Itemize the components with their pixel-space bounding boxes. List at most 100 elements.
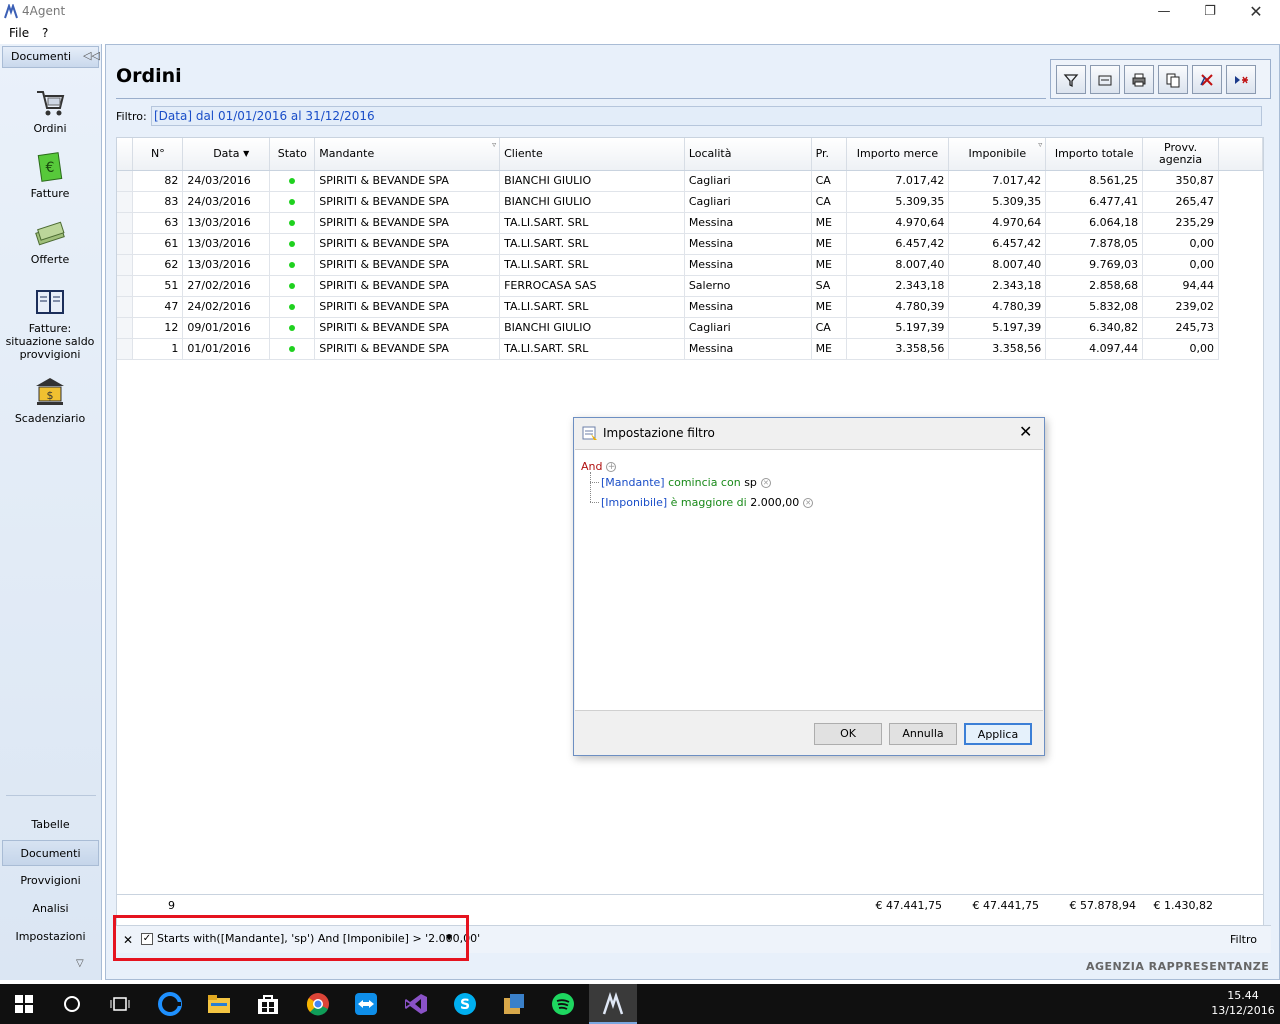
cell-localita[interactable]: Cagliari — [684, 191, 812, 213]
cancel-button[interactable]: Annulla — [889, 723, 957, 745]
cell-cliente[interactable]: TA.LI.SART. SRL — [499, 296, 685, 318]
col-header-importo-totale[interactable]: Importo totale — [1045, 138, 1144, 171]
cell-totale[interactable]: 5.832,08 — [1045, 296, 1144, 318]
cell-cliente[interactable]: TA.LI.SART. SRL — [499, 233, 685, 255]
copy-button[interactable] — [1158, 65, 1188, 94]
cell-totale[interactable]: 9.769,03 — [1045, 254, 1144, 276]
cell-localita[interactable]: Messina — [684, 338, 812, 360]
nav-item-offerte[interactable]: Offerte — [0, 217, 100, 266]
cell-stato[interactable] — [269, 338, 316, 360]
cell-data[interactable]: 24/02/2016 — [182, 296, 271, 318]
cell-provv[interactable]: 245,73 — [1142, 317, 1220, 339]
cell-localita[interactable]: Salerno — [684, 275, 812, 297]
row-indicator[interactable] — [117, 296, 134, 318]
row-indicator[interactable] — [117, 233, 134, 255]
edit-filter-link[interactable]: Filtro — [1230, 933, 1257, 946]
table-row[interactable]: 1 01/01/2016 SPIRITI & BEVANDE SPA TA.LI.SA… — [117, 338, 1263, 360]
cell-merce[interactable]: 2.343,18 — [846, 275, 950, 297]
nav-tab-analisi[interactable]: Analisi — [2, 896, 99, 922]
skype-icon[interactable]: S — [451, 990, 479, 1018]
cell-cliente[interactable]: BIANCHI GIULIO — [499, 191, 685, 213]
cell-stato[interactable] — [269, 170, 316, 192]
cell-mandante[interactable]: SPIRITI & BEVANDE SPA — [314, 191, 501, 213]
col-header-provv-agenzia[interactable]: Provv. agenzia — [1142, 138, 1220, 171]
cell-imponibile[interactable]: 4.970,64 — [948, 212, 1047, 234]
table-row[interactable]: 82 24/03/2016 SPIRITI & BEVANDE SPA BIANCHI… — [117, 170, 1263, 192]
nav-tab-impostazioni[interactable]: Impostazioni — [2, 924, 99, 950]
col-header-numero[interactable]: N° — [132, 138, 184, 171]
cell-provv[interactable]: 265,47 — [1142, 191, 1220, 213]
row-indicator[interactable] — [117, 191, 134, 213]
nav-item-fatture[interactable]: € Fatture — [0, 151, 100, 200]
ok-button[interactable]: OK — [814, 723, 882, 745]
cell-mandante[interactable]: SPIRITI & BEVANDE SPA — [314, 338, 501, 360]
spotify-icon[interactable] — [549, 990, 577, 1018]
col-header-importo-merce[interactable]: Importo merce — [846, 138, 950, 171]
table-row[interactable]: 12 09/01/2016 SPIRITI & BEVANDE SPA BIANCHI… — [117, 317, 1263, 339]
cell-n[interactable]: 61 — [132, 233, 184, 255]
close-window-button[interactable]: ✕ — [1233, 0, 1279, 23]
new-record-button[interactable] — [1226, 65, 1256, 94]
nav-item-scadenziario[interactable]: $ Scadenziario — [0, 376, 100, 425]
condition-value[interactable]: sp — [744, 476, 757, 489]
cell-data[interactable]: 24/03/2016 — [182, 191, 271, 213]
cell-data[interactable]: 09/01/2016 — [182, 317, 271, 339]
col-header-data[interactable]: Data ▼ — [182, 138, 271, 171]
task-view-icon[interactable] — [106, 990, 134, 1018]
cell-provv[interactable]: 239,02 — [1142, 296, 1220, 318]
cell-stato[interactable] — [269, 317, 316, 339]
cell-provv[interactable]: 0,00 — [1142, 254, 1220, 276]
cell-imponibile[interactable]: 6.457,42 — [948, 233, 1047, 255]
cell-data[interactable]: 13/03/2016 — [182, 212, 271, 234]
nav-tab-documenti[interactable]: Documenti — [2, 840, 99, 866]
col-header-stato[interactable]: Stato — [269, 138, 316, 171]
cell-data[interactable]: 13/03/2016 — [182, 233, 271, 255]
cell-mandante[interactable]: SPIRITI & BEVANDE SPA — [314, 317, 501, 339]
cell-stato[interactable] — [269, 233, 316, 255]
cell-mandante[interactable]: SPIRITI & BEVANDE SPA — [314, 296, 501, 318]
cell-n[interactable]: 47 — [132, 296, 184, 318]
col-header-provincia[interactable]: Pr. — [811, 138, 847, 171]
cell-stato[interactable] — [269, 296, 316, 318]
visual-studio-icon[interactable] — [402, 990, 430, 1018]
cell-mandante[interactable]: SPIRITI & BEVANDE SPA — [314, 254, 501, 276]
cell-provv[interactable]: 350,87 — [1142, 170, 1220, 192]
table-row[interactable]: 63 13/03/2016 SPIRITI & BEVANDE SPA TA.LI.S… — [117, 212, 1263, 234]
cell-merce[interactable]: 5.309,35 — [846, 191, 950, 213]
cell-merce[interactable]: 5.197,39 — [846, 317, 950, 339]
table-row[interactable]: 62 13/03/2016 SPIRITI & BEVANDE SPA TA.LI.S… — [117, 254, 1263, 276]
nav-item-ordini[interactable]: Ordini — [0, 86, 100, 135]
row-indicator[interactable] — [117, 338, 134, 360]
cell-cliente[interactable]: TA.LI.SART. SRL — [499, 254, 685, 276]
remove-condition-icon[interactable]: ✕ — [803, 498, 814, 508]
cell-cliente[interactable]: TA.LI.SART. SRL — [499, 338, 685, 360]
cell-pr[interactable]: ME — [811, 233, 847, 255]
cell-imponibile[interactable]: 3.358,56 — [948, 338, 1047, 360]
delete-button[interactable] — [1192, 65, 1222, 94]
card-view-button[interactable] — [1090, 65, 1120, 94]
condition-operator[interactable]: è maggiore di — [671, 496, 747, 509]
cell-provv[interactable]: 0,00 — [1142, 233, 1220, 255]
cell-n[interactable]: 83 — [132, 191, 184, 213]
cell-stato[interactable] — [269, 191, 316, 213]
cell-cliente[interactable]: BIANCHI GIULIO — [499, 170, 685, 192]
cell-stato[interactable] — [269, 254, 316, 276]
cell-n[interactable]: 51 — [132, 275, 184, 297]
cell-pr[interactable]: CA — [811, 317, 847, 339]
cell-imponibile[interactable]: 2.343,18 — [948, 275, 1047, 297]
cell-mandante[interactable]: SPIRITI & BEVANDE SPA — [314, 212, 501, 234]
nav-more-chevron-icon[interactable]: ▽ — [76, 958, 84, 969]
date-filter-field[interactable]: [Data] dal 01/01/2016 al 31/12/2016 — [151, 106, 1262, 126]
cell-totale[interactable]: 8.561,25 — [1045, 170, 1144, 192]
condition-value[interactable]: 2.000,00 — [750, 496, 799, 509]
condition-operator[interactable]: comincia con — [668, 476, 741, 489]
row-indicator[interactable] — [117, 170, 134, 192]
cell-merce[interactable]: 3.358,56 — [846, 338, 950, 360]
cell-merce[interactable]: 6.457,42 — [846, 233, 950, 255]
cell-pr[interactable]: ME — [811, 338, 847, 360]
condition-field[interactable]: [Imponibile] — [601, 496, 667, 509]
apply-button[interactable]: Applica — [964, 723, 1032, 745]
cell-totale[interactable]: 2.858,68 — [1045, 275, 1144, 297]
cell-totale[interactable]: 7.878,05 — [1045, 233, 1144, 255]
cell-merce[interactable]: 4.970,64 — [846, 212, 950, 234]
